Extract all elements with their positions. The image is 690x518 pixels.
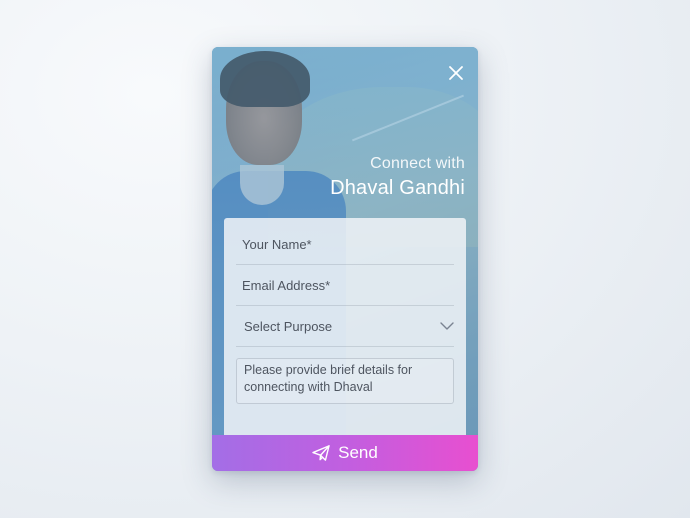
send-label: Send: [338, 443, 378, 462]
name-placeholder: Your Name*: [242, 237, 312, 252]
connect-label: Connect with: [370, 155, 465, 172]
email-field[interactable]: Email Address*: [236, 266, 454, 306]
email-placeholder: Email Address*: [242, 278, 331, 293]
purpose-select-label: Select Purpose: [244, 319, 333, 334]
person-name: Dhaval Gandhi: [330, 177, 465, 199]
details-placeholder: Please provide brief details for connect…: [244, 363, 413, 394]
close-button[interactable]: [446, 63, 466, 83]
purpose-select[interactable]: Select Purpose: [236, 307, 454, 347]
connect-card: Connect with Dhaval Gandhi Your Name* Em…: [212, 47, 478, 471]
name-field[interactable]: Your Name*: [236, 225, 454, 265]
connect-heading: Connect with Dhaval Gandhi: [330, 155, 465, 200]
paper-plane-icon: [312, 445, 330, 461]
close-icon: [449, 66, 463, 80]
send-button[interactable]: Send: [212, 435, 478, 471]
chevron-down-icon: [440, 322, 454, 330]
contact-form: Your Name* Email Address* Select Purpose…: [224, 218, 466, 435]
details-textarea[interactable]: Please provide brief details for connect…: [236, 358, 454, 404]
